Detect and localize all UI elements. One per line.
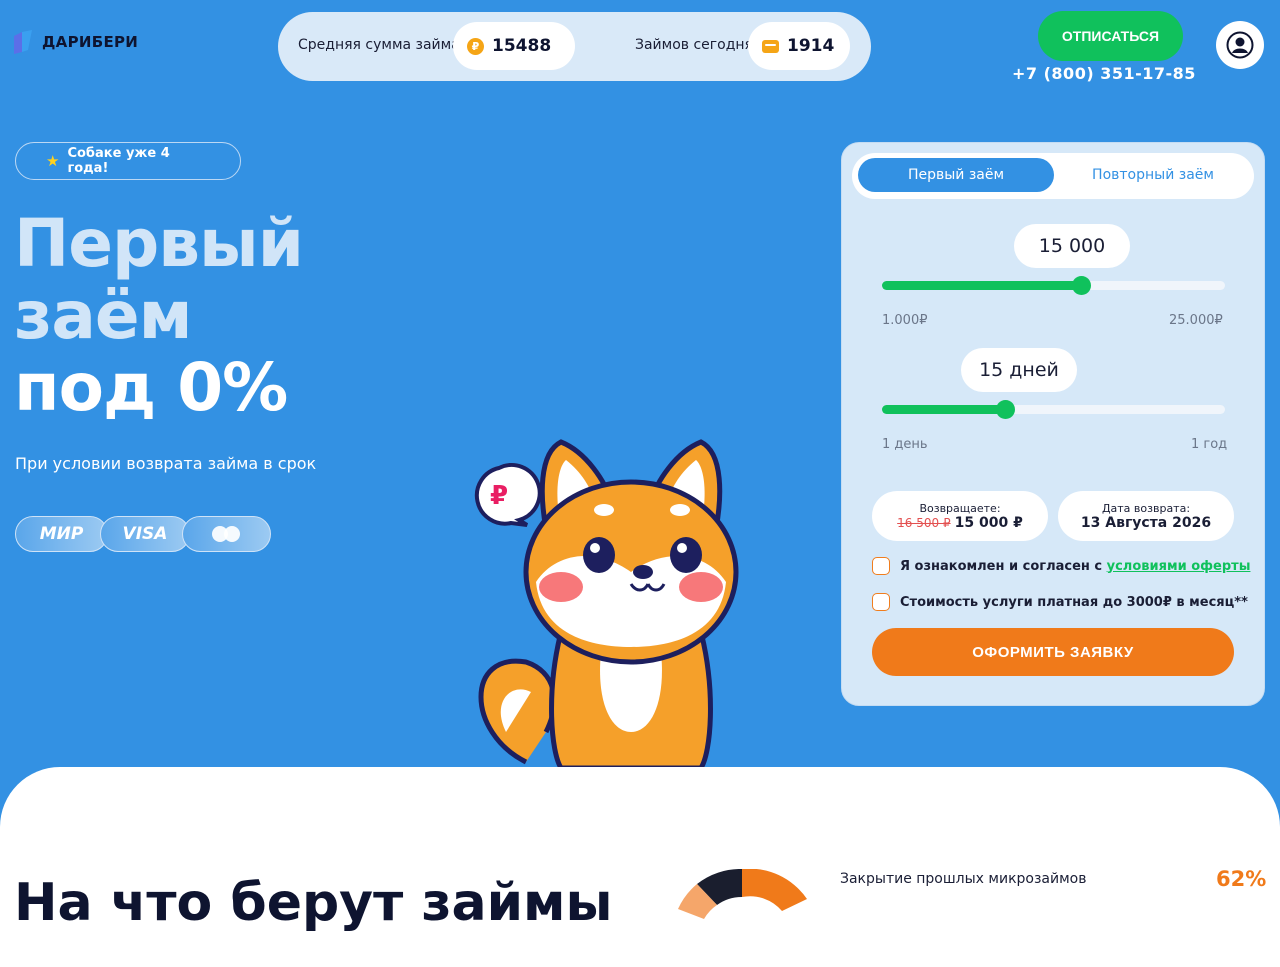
visa-logo: VISA [100, 516, 190, 552]
offer-terms-link[interactable]: условиями оферты [1107, 559, 1251, 574]
term-min-label: 1 день [882, 437, 928, 452]
mastercard-icon [211, 526, 242, 542]
age-badge: ★ Собаке уже 4 года! [15, 142, 241, 180]
date-caption: Дата возврата: [1101, 501, 1191, 515]
loans-today-label: Займов сегодня [635, 37, 753, 53]
logo-mark-icon [14, 30, 32, 54]
loans-today-pill: 1914 [748, 22, 850, 70]
unsubscribe-button[interactable]: ОТПИСАТЬСЯ [1038, 11, 1183, 61]
repay-date-box: Дата возврата: 13 Августа 2026 [1058, 491, 1234, 541]
fee-text: Стоимость услуги платная до 3000₽ в меся… [900, 594, 1248, 610]
agree-text: Я ознакомлен и согласен с [900, 558, 1107, 574]
mir-logo: МИР [15, 516, 108, 552]
amount-slider-fill [882, 281, 1081, 290]
star-icon: ★ [46, 152, 60, 170]
avg-loan-pill: ₽ 15488 [453, 22, 575, 70]
tab-repeat-loan[interactable]: Повторный заём [1058, 158, 1248, 192]
fee-checkbox[interactable] [872, 593, 890, 611]
hero-title: Первый заём под 0% [14, 205, 304, 426]
loans-today-value: 1914 [787, 36, 835, 56]
loan-type-tabs: Первый заём Повторный заём [852, 153, 1254, 199]
hero-title-line2: заём [14, 277, 193, 354]
user-icon [1226, 31, 1254, 59]
repay-caption: Возвращаете: [919, 501, 1001, 515]
repay-new-amount: 15 000 ₽ [954, 514, 1023, 531]
ruble-bubble-icon: ₽ [474, 462, 542, 527]
term-max-label: 1 год [1191, 437, 1228, 452]
avg-loan-label: Средняя сумма займа [298, 37, 460, 53]
shiba-mascot-illustration: ₽ [474, 439, 739, 768]
purpose-label: Закрытие прошлых микрозаймов [840, 871, 1087, 887]
agree-checkbox[interactable] [872, 557, 890, 575]
avg-loan-value: 15488 [492, 36, 552, 56]
hero-title-line1: Первый [14, 205, 304, 282]
hero-title-line3: под 0% [14, 349, 288, 426]
amount-slider-handle[interactable] [1071, 276, 1091, 295]
submit-application-button[interactable]: ОФОРМИТЬ ЗАЯВКУ [872, 628, 1234, 676]
account-button[interactable] [1216, 21, 1264, 69]
term-slider[interactable] [882, 400, 1225, 419]
hero-subtitle: При условии возврата займа в срок [15, 454, 317, 473]
age-badge-text: Собаке уже 4 года! [67, 146, 170, 176]
purpose-percent: 62% [1216, 867, 1267, 891]
amount-slider[interactable] [882, 276, 1225, 295]
mastercard-logo [182, 516, 271, 552]
repay-amount-box: Возвращаете: 16 500 ₽15 000 ₽ [872, 491, 1048, 541]
repay-date-value: 13 Августа 2026 [1080, 514, 1212, 531]
stats-bar: Средняя сумма займа ₽ 15488 Займов сегод… [278, 12, 871, 81]
loan-calculator: Первый заём Повторный заём 15 000 1.000₽… [841, 142, 1265, 706]
payment-methods: МИР VISA [15, 516, 271, 552]
wallet-icon [762, 39, 779, 53]
term-display[interactable]: 15 дней [961, 348, 1077, 392]
brand-name: ДАРИБЕРИ [42, 33, 139, 51]
repay-old-amount: 16 500 ₽ [897, 515, 951, 530]
amount-min-label: 1.000₽ [882, 313, 928, 328]
term-slider-handle[interactable] [996, 400, 1016, 419]
purposes-donut-chart [678, 869, 807, 919]
amount-display[interactable]: 15 000 [1014, 224, 1130, 268]
agree-row: Я ознакомлен и согласен с условиями офер… [872, 557, 1250, 575]
amount-max-label: 25.000₽ [1169, 313, 1223, 328]
brand-logo[interactable]: ДАРИБЕРИ [14, 30, 138, 54]
term-slider-fill [882, 405, 1006, 414]
tab-first-loan[interactable]: Первый заём [858, 158, 1054, 192]
ruble-coin-icon: ₽ [467, 37, 484, 55]
purposes-title: На что берут займы [14, 873, 613, 933]
phone-link[interactable]: +7 (800) 351-17-85 [1012, 64, 1196, 83]
purposes-section: На что берут займы Закрытие прошлых микр… [0, 767, 1280, 967]
svg-text:₽: ₽ [490, 481, 508, 511]
fee-row: Стоимость услуги платная до 3000₽ в меся… [872, 593, 1248, 611]
